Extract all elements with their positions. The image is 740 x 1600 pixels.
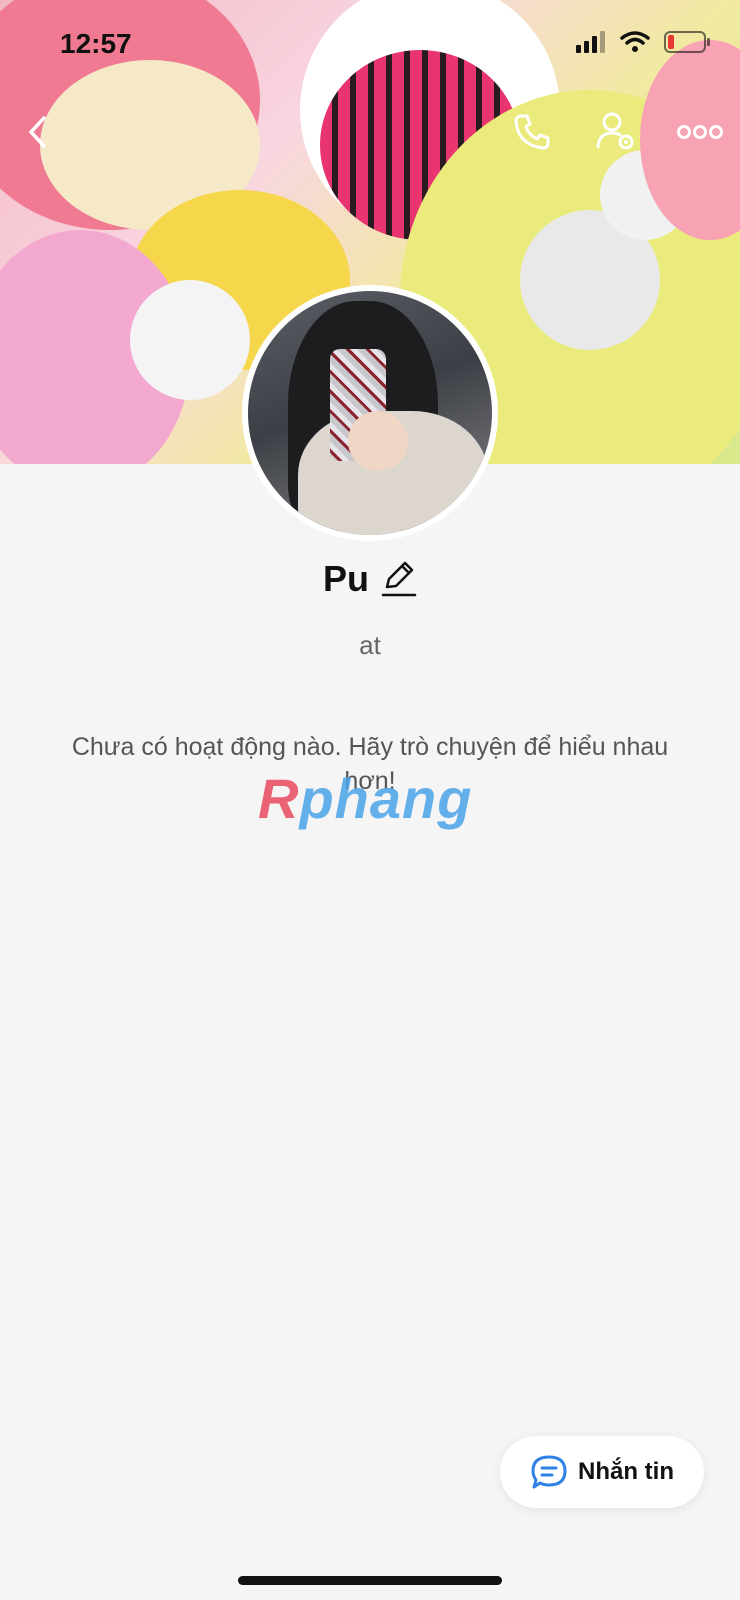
pencil-icon[interactable] — [381, 559, 417, 599]
send-message-label: Nhắn tin — [578, 1458, 674, 1485]
watermark-logo: Rphang — [258, 766, 472, 831]
avatar-photo — [248, 291, 492, 535]
watermark-rest: phang — [299, 767, 473, 830]
profile-settings-icon — [596, 112, 634, 150]
status-time: 12:57 — [60, 28, 132, 59]
avatar-shape — [348, 411, 408, 471]
status-bar: 12:57 — [0, 0, 740, 90]
profile-subtitle: at — [359, 630, 381, 660]
profile-name-row: Pu — [0, 558, 740, 600]
wifi-icon — [620, 31, 650, 52]
chat-bubble-icon — [531, 1455, 567, 1489]
more-button[interactable] — [668, 100, 732, 164]
battery-icon — [664, 31, 710, 53]
back-icon — [29, 116, 46, 148]
more-icon — [677, 125, 723, 139]
home-indicator[interactable] — [238, 1576, 502, 1585]
watermark-first: R — [258, 767, 300, 830]
cover-shape — [130, 280, 250, 400]
call-button[interactable] — [500, 100, 564, 164]
send-message-button[interactable]: Nhắn tin — [500, 1436, 704, 1508]
avatar[interactable] — [242, 285, 498, 541]
profile-name: Pu — [322, 558, 369, 599]
phone-call-icon — [514, 114, 550, 150]
cellular-signal-icon — [576, 31, 605, 53]
status-icons — [576, 30, 712, 54]
profile-settings-button[interactable] — [584, 100, 648, 164]
top-nav — [0, 100, 740, 164]
back-button[interactable] — [6, 100, 70, 164]
